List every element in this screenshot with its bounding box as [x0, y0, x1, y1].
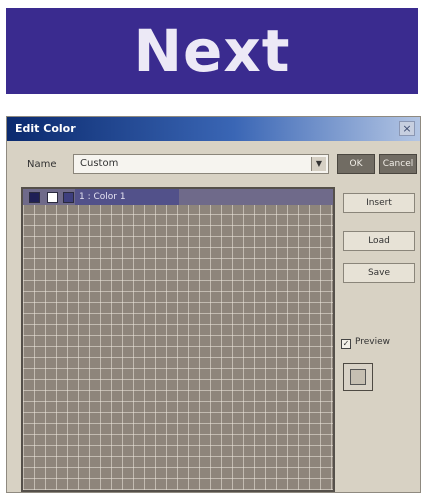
grid-header: 1 : Color 1 — [23, 189, 333, 205]
selected-color-label[interactable]: 1 : Color 1 — [75, 189, 179, 205]
name-select[interactable]: Custom ▼ — [73, 154, 329, 174]
swatch-white[interactable] — [47, 192, 58, 203]
swatch-dark[interactable] — [29, 192, 40, 203]
name-label: Name — [27, 159, 57, 170]
swatch-blue[interactable] — [63, 192, 74, 203]
preview-checkbox[interactable]: ✓ — [341, 339, 351, 349]
preview-label: Preview — [355, 337, 391, 347]
ok-button[interactable]: OK — [337, 154, 375, 174]
load-button[interactable]: Load — [343, 231, 415, 251]
color-thumbnail[interactable] — [343, 363, 373, 391]
insert-button[interactable]: Insert — [343, 193, 415, 213]
cancel-button[interactable]: Cancel — [379, 154, 417, 174]
title-bar[interactable]: Edit Color × — [7, 117, 420, 141]
name-value: Custom — [80, 158, 119, 169]
window-title: Edit Color — [15, 122, 76, 135]
color-grid-panel[interactable]: 1 : Color 1 — [21, 187, 335, 492]
next-banner[interactable]: Next — [6, 8, 418, 94]
close-icon[interactable]: × — [399, 121, 415, 136]
chevron-down-icon[interactable]: ▼ — [311, 157, 326, 171]
dialog-window: Edit Color × Name Custom ▼ OK Cancel Ins… — [6, 116, 421, 493]
thumbnail-inner — [350, 369, 366, 385]
save-button[interactable]: Save — [343, 263, 415, 283]
banner-text: Next — [133, 17, 291, 85]
